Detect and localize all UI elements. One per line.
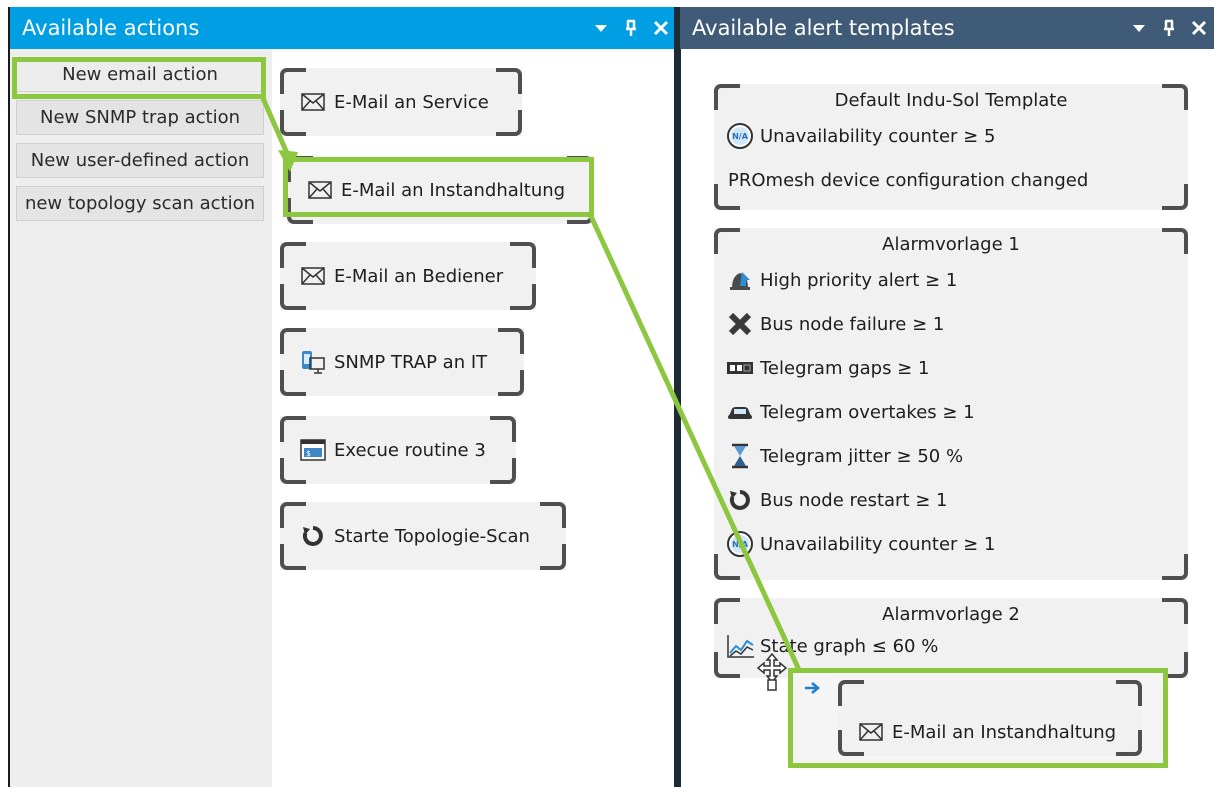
move-cursor-icon (756, 652, 788, 696)
dropdown-arrow-icon[interactable] (586, 7, 616, 49)
action-label: E-Mail an Instandhaltung (341, 179, 566, 201)
insert-arrow-icon (804, 680, 822, 699)
close-icon[interactable] (1184, 7, 1214, 49)
na-icon: N/A (726, 122, 754, 150)
action-tile-email-instandhaltung[interactable]: E-Mail an Instandhaltung (287, 156, 593, 224)
template-alarmvorlage-1[interactable]: Alarmvorlage 1 High priority alert ≥ 1 B… (714, 228, 1188, 580)
svg-text:N/A: N/A (732, 132, 749, 141)
action-tile-snmp-trap[interactable]: SNMP TRAP an IT (280, 328, 524, 396)
action-tile-email-service[interactable]: E-Mail an Service (280, 68, 522, 136)
close-icon[interactable] (646, 7, 676, 49)
bell-arrow-icon (726, 266, 754, 294)
template-condition-row: Bus node restart ≥ 1 (714, 478, 1188, 522)
alert-templates-titlebar: Available alert templates (680, 7, 1214, 49)
pin-icon[interactable] (616, 7, 646, 49)
action-label: E-Mail an Bediener (334, 265, 504, 287)
new-user-defined-action-button[interactable]: New user-defined action (16, 143, 264, 178)
restart-icon (726, 486, 754, 514)
action-tile-email-bediener[interactable]: E-Mail an Bediener (280, 242, 536, 310)
template-condition-row: Telegram overtakes ≥ 1 (714, 390, 1188, 434)
action-tile-topology-scan[interactable]: Starte Topologie-Scan (280, 502, 566, 570)
action-label: SNMP TRAP an IT (334, 351, 488, 373)
new-snmp-trap-action-button[interactable]: New SNMP trap action (16, 100, 264, 135)
pin-icon[interactable] (1154, 7, 1184, 49)
template-default-indu-sol[interactable]: Default Indu-Sol Template N/A Unavailabi… (714, 84, 1188, 210)
new-action-list: New email action New SNMP trap action Ne… (10, 49, 272, 787)
available-actions-titlebar: Available actions (10, 7, 676, 49)
template-title: Alarmvorlage 1 (882, 234, 1020, 255)
template-condition-row: Telegram gaps ≥ 1 (714, 346, 1188, 390)
action-label: E-Mail an Instandhaltung (892, 721, 1117, 743)
telegram-gap-icon (726, 354, 754, 382)
template-condition-row: N/A Unavailability counter ≥ 1 (714, 522, 1188, 566)
panel-title: Available actions (22, 16, 200, 40)
svg-text:N/A: N/A (732, 540, 749, 549)
action-label: Starte Topologie-Scan (334, 525, 530, 547)
template-condition-row: Bus node failure ≥ 1 (714, 302, 1188, 346)
template-title: Default Indu-Sol Template (834, 90, 1068, 111)
x-mark-icon (726, 310, 754, 338)
action-label: Execue routine 3 (334, 439, 486, 461)
dragged-action-tile[interactable]: E-Mail an Instandhaltung (838, 680, 1142, 756)
car-icon (726, 398, 754, 426)
dropdown-arrow-icon[interactable] (1124, 7, 1154, 49)
template-title: Alarmvorlage 2 (882, 604, 1020, 625)
action-tile-execute-routine[interactable]: $_ Execue routine 3 (280, 416, 516, 484)
new-topology-scan-action-button[interactable]: new topology scan action (16, 186, 264, 221)
template-condition-row: PROmesh device configuration changed (728, 169, 1089, 191)
template-condition-row: High priority alert ≥ 1 (714, 258, 1188, 302)
hourglass-icon (726, 442, 754, 470)
template-condition-row: Telegram jitter ≥ 50 % (714, 434, 1188, 478)
panel-title: Available alert templates (692, 16, 955, 40)
new-email-action-button[interactable]: New email action (16, 57, 264, 92)
svg-text:$_: $_ (306, 449, 316, 458)
template-condition-row: N/A Unavailability counter ≥ 5 (714, 114, 1188, 158)
action-label: E-Mail an Service (334, 91, 489, 113)
